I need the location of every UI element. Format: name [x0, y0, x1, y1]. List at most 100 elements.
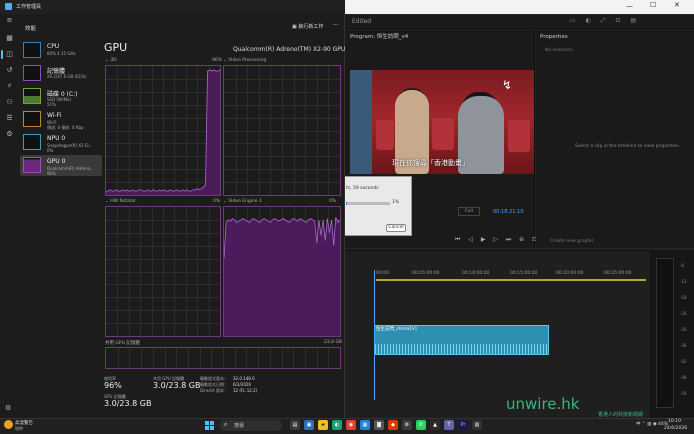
close-icon[interactable]: ✕	[674, 1, 680, 9]
clock-time[interactable]: 10:10	[668, 419, 681, 424]
program-monitor-title[interactable]: Program: 恒生訪問_v4	[350, 32, 408, 40]
grid-line	[176, 348, 178, 368]
grid-line	[106, 245, 220, 247]
grid-line	[224, 117, 340, 119]
playhead[interactable]	[374, 270, 375, 400]
users-icon[interactable]: ⚇	[4, 98, 15, 107]
series-3d	[106, 69, 220, 195]
graph-video-processing	[223, 65, 341, 196]
premiere-icon[interactable]: Pr	[458, 420, 468, 430]
export-progress-percent: 1%	[392, 200, 400, 205]
sidebar-item-npu[interactable]: NPU 0 Snapdragon(R) X2 El... 0%	[20, 132, 102, 153]
sidebar-item-disk[interactable]: 磁碟 0 (C:) SSD (NVMe) 51%	[20, 86, 102, 107]
playback-controls[interactable]: ⏮ ◁ ▶ ▷ ⏭ ⊕ ⊡	[455, 236, 540, 244]
audio-meter	[656, 258, 674, 408]
folder-icon[interactable]: ▰	[318, 420, 328, 430]
seat	[432, 118, 454, 150]
start-button[interactable]	[205, 421, 215, 431]
performance-icon[interactable]: ◫	[4, 50, 15, 59]
work-area-bar[interactable]	[376, 279, 646, 281]
processes-icon[interactable]: ▦	[4, 34, 15, 43]
sidebar-item-label: NPU 0	[47, 135, 66, 142]
settings-app-icon[interactable]: ⚙	[402, 420, 412, 430]
taskbar-search[interactable]	[220, 420, 282, 431]
zoom-select[interactable]: Full	[458, 207, 480, 216]
file-explorer-icon[interactable]: ▤	[290, 420, 300, 430]
export-progress-fill	[346, 202, 347, 205]
header-icons[interactable]: ▭ ◐ ⤢ ⊡ ▤	[570, 17, 640, 25]
timeline-ruler[interactable]: 00:00 00:05:00:00 00:10:00:00 00:15:00:0…	[376, 271, 646, 279]
store-icon[interactable]: ▦	[360, 420, 370, 430]
sidebar-item-wifi[interactable]: Wi-Fi Wi-Fi 傳送: 0 接收: 0 Kbp	[20, 109, 102, 130]
meter-label: -36	[680, 343, 687, 348]
grid-line	[304, 348, 306, 368]
properties-no-selection: No selection	[545, 48, 573, 53]
more-options-button[interactable]: ···	[333, 22, 339, 29]
utilization-value: 96%	[104, 381, 122, 390]
gpu-title: GPU	[104, 41, 128, 54]
create-graphic-button[interactable]: Create new graphic	[550, 239, 594, 244]
page-title: 效能	[25, 26, 37, 32]
grid-line	[106, 232, 220, 234]
services-icon[interactable]: ⚙	[4, 130, 15, 139]
settings-icon[interactable]: ⚙	[5, 404, 11, 412]
grid-line	[164, 348, 166, 368]
hamburger-icon[interactable]: ≡	[4, 16, 15, 25]
graph-label-hw-rotator[interactable]: ⌄ HW Rotator	[105, 199, 136, 204]
grid-line	[223, 348, 224, 368]
search-icon: ⌕	[224, 421, 228, 428]
start-logo-part	[210, 421, 214, 425]
graph-label-video-processing[interactable]: ⌄ Video Processing	[223, 58, 266, 63]
task-view-icon[interactable]: ▣	[304, 420, 314, 430]
memory-thumbnail	[23, 65, 41, 81]
minimize-icon[interactable]: —	[626, 2, 633, 10]
office-icon[interactable]: ◆	[388, 420, 398, 430]
meter-label: -42	[680, 359, 687, 364]
search-placeholder: 搜尋	[234, 423, 245, 429]
task-manager-title-bar[interactable]	[0, 0, 345, 14]
wifi-thumbnail	[23, 111, 41, 127]
properties-title[interactable]: Properties	[540, 34, 568, 40]
grid-line	[152, 348, 154, 368]
edge-icon[interactable]: ◐	[332, 420, 342, 430]
run-new-task-button[interactable]: ▣ 執行新工作	[292, 23, 323, 30]
startup-apps-icon[interactable]: ⚡	[4, 82, 15, 91]
grid-line	[224, 91, 340, 93]
series-area	[224, 217, 340, 336]
graph-pct: 0%	[213, 199, 221, 204]
graph-label-3d[interactable]: ⌄ 3D	[105, 58, 117, 63]
ruler-label: 00:00	[376, 271, 389, 276]
timecode[interactable]: 00:18:21:10	[493, 209, 524, 215]
details-icon[interactable]: ☰	[4, 114, 15, 123]
weather-sun-icon[interactable]	[4, 420, 13, 429]
grid-line	[234, 348, 236, 368]
graph-label-video-engine[interactable]: ⌄ Video Engine 1	[223, 199, 262, 204]
seat	[508, 120, 530, 152]
photos-icon[interactable]: ▲	[430, 420, 440, 430]
cancel-button[interactable]: Cancel	[386, 224, 406, 232]
series-video-engine-1	[224, 217, 340, 336]
grid-line	[224, 182, 340, 184]
whatsapp-icon[interactable]: ✆	[416, 420, 426, 430]
grid-line	[224, 169, 340, 171]
clock-date[interactable]: 24/6/2026	[664, 426, 687, 431]
start-logo-part	[205, 426, 209, 430]
sidebar-item-detail: 29.2/47.6 GB (61%)	[47, 74, 87, 79]
app-history-icon[interactable]: ↺	[4, 66, 15, 75]
graph-shared-memory	[105, 347, 341, 369]
graph-pct: 96%	[212, 58, 223, 63]
grid-line	[106, 219, 220, 221]
camera-icon[interactable]: ◙	[374, 420, 384, 430]
chrome-icon[interactable]: ◉	[346, 420, 356, 430]
graph-hw-rotator	[105, 206, 221, 337]
sidebar-item-gpu[interactable]: GPU 0 Qualcomm(R) Adreno... 96%	[20, 155, 102, 176]
teams-icon[interactable]: T	[444, 420, 454, 430]
sidebar-item-cpu[interactable]: CPU 60% 4.15 GHz	[20, 40, 102, 61]
window-title: 工作管理員	[16, 4, 42, 10]
sidebar-item-label: Wi-Fi	[47, 112, 62, 119]
shared-memory-label: 共用 GPU 記憶體	[105, 341, 140, 346]
sidebar-item-memory[interactable]: 記憶體 29.2/47.6 GB (61%)	[20, 63, 102, 84]
maximize-icon[interactable]: ☐	[650, 1, 656, 9]
grid-line	[224, 78, 340, 80]
task-manager-taskbar-icon[interactable]: ▥	[472, 420, 482, 430]
